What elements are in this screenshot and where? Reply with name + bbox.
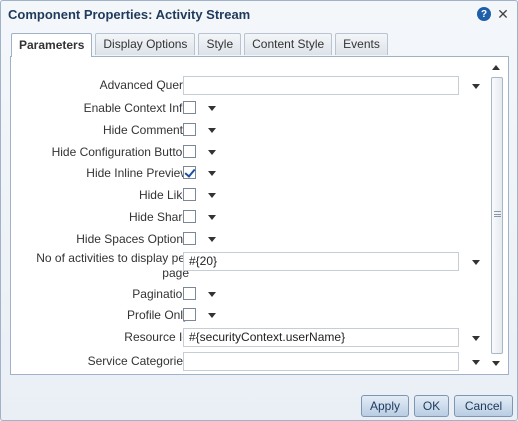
pagination-checkbox[interactable] bbox=[183, 287, 196, 300]
scrollbar-thumb[interactable] bbox=[491, 77, 503, 354]
dialog-title: Component Properties: Activity Stream bbox=[8, 7, 251, 22]
hide-share-checkbox[interactable] bbox=[183, 210, 196, 223]
hide-comments-dropdown-icon[interactable] bbox=[208, 128, 216, 133]
vertical-scrollbar[interactable] bbox=[486, 57, 508, 374]
resource-id-dropdown-icon[interactable] bbox=[472, 336, 480, 341]
tab-style[interactable]: Style bbox=[198, 33, 242, 55]
hide-inline-preview-dropdown-icon[interactable] bbox=[208, 171, 216, 176]
hide-spaces-options-checkbox[interactable] bbox=[183, 232, 196, 245]
activities-per-page-input[interactable]: #{20} bbox=[183, 252, 459, 271]
advanced-query-label: Advanced Query bbox=[99, 78, 189, 92]
service-categories-dropdown-icon[interactable] bbox=[472, 360, 480, 365]
apply-button[interactable]: Apply bbox=[361, 395, 409, 417]
enable-context-info-checkbox[interactable] bbox=[183, 101, 196, 114]
scroll-down-icon[interactable] bbox=[492, 361, 500, 366]
hide-share-label: Hide Share bbox=[128, 210, 189, 224]
title-icons: ? ✕ bbox=[477, 7, 509, 21]
activities-per-page-dropdown-icon[interactable] bbox=[472, 260, 480, 265]
service-categories-input[interactable] bbox=[183, 352, 459, 371]
ok-button[interactable]: OK bbox=[414, 395, 449, 417]
hide-spaces-options-label: Hide Spaces Options bbox=[76, 232, 189, 246]
hide-like-checkbox[interactable] bbox=[183, 188, 196, 201]
hide-configuration-button-label: Hide Configuration Button bbox=[51, 145, 189, 159]
scroll-up-icon[interactable] bbox=[492, 65, 500, 70]
hide-like-dropdown-icon[interactable] bbox=[208, 193, 216, 198]
service-categories-label: Service Categories bbox=[87, 354, 189, 368]
hide-like-label: Hide Like bbox=[138, 188, 189, 202]
resource-id-input[interactable]: #{securityContext.userName} bbox=[183, 328, 459, 347]
tab-parameters[interactable]: Parameters bbox=[11, 33, 93, 57]
resource-id-label: Resource Id bbox=[124, 330, 189, 344]
hide-inline-preview-label: Hide Inline Preview bbox=[86, 166, 189, 180]
pagination-dropdown-icon[interactable] bbox=[208, 292, 216, 297]
parameters-panel: Advanced Query Enable Context Info Hide … bbox=[10, 56, 509, 375]
hide-configuration-button-checkbox[interactable] bbox=[183, 145, 196, 158]
hide-comments-checkbox[interactable] bbox=[183, 123, 196, 136]
tab-content-style[interactable]: Content Style bbox=[244, 33, 333, 55]
tab-display-options[interactable]: Display Options bbox=[95, 33, 196, 55]
advanced-query-dropdown-icon[interactable] bbox=[472, 84, 480, 89]
profile-only-label: Profile Only bbox=[126, 308, 189, 322]
scrollbar-grip-icon bbox=[494, 211, 501, 217]
activities-per-page-label: No of activities to display per page bbox=[36, 251, 189, 280]
hide-configuration-button-dropdown-icon[interactable] bbox=[208, 150, 216, 155]
component-properties-dialog: Component Properties: Activity Stream ? … bbox=[0, 0, 518, 421]
advanced-query-input[interactable] bbox=[183, 76, 459, 95]
parameters-list: Advanced Query Enable Context Info Hide … bbox=[11, 57, 486, 374]
cancel-button[interactable]: Cancel bbox=[454, 395, 513, 417]
help-icon[interactable]: ? bbox=[477, 7, 491, 21]
close-icon[interactable]: ✕ bbox=[497, 7, 509, 21]
hide-comments-label: Hide Comments bbox=[102, 123, 189, 137]
hide-inline-preview-checkbox[interactable] bbox=[183, 166, 196, 179]
profile-only-dropdown-icon[interactable] bbox=[208, 313, 216, 318]
hide-share-dropdown-icon[interactable] bbox=[208, 215, 216, 220]
tab-bar: Parameters Display Options Style Content… bbox=[11, 33, 391, 57]
enable-context-info-dropdown-icon[interactable] bbox=[208, 106, 216, 111]
pagination-label: Pagination bbox=[132, 287, 189, 301]
hide-spaces-options-dropdown-icon[interactable] bbox=[208, 237, 216, 242]
tab-events[interactable]: Events bbox=[335, 33, 388, 55]
profile-only-checkbox[interactable] bbox=[183, 308, 196, 321]
enable-context-info-label: Enable Context Info bbox=[83, 101, 189, 115]
